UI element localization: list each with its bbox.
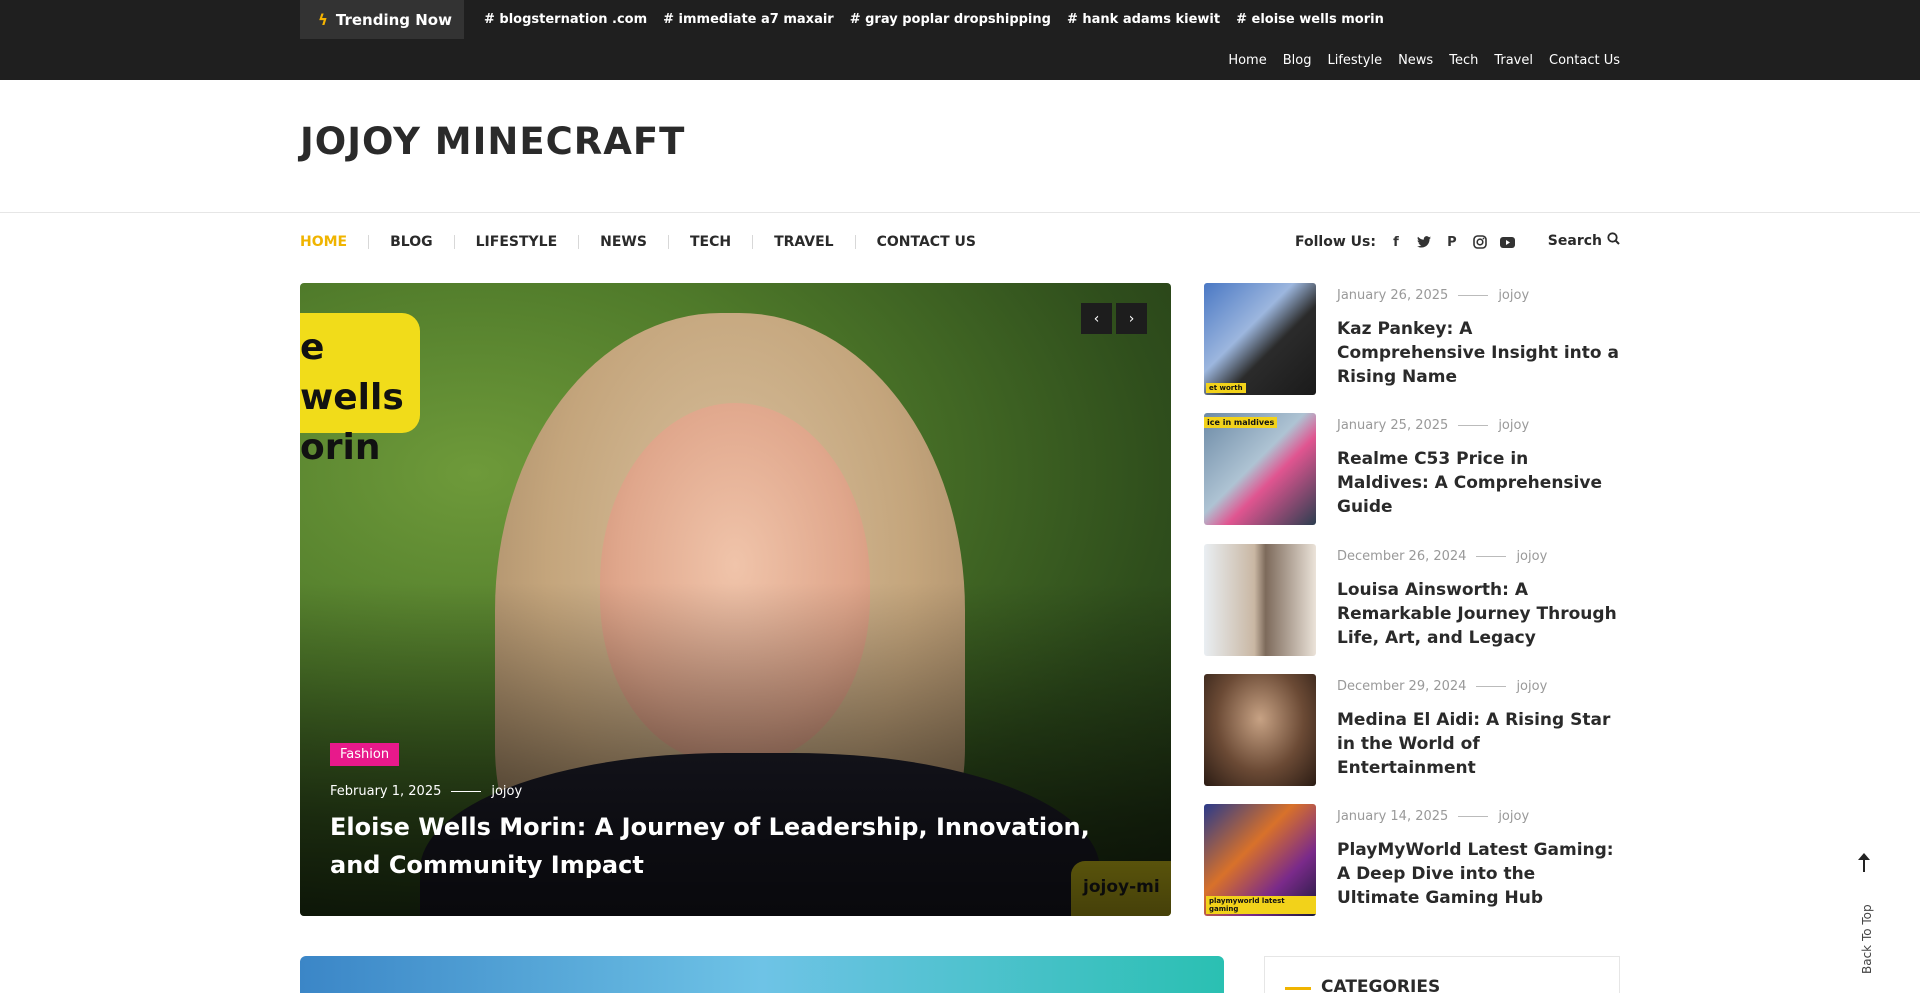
hero-image-sticker: e wells orin [300,313,420,468]
nav-separator [453,235,455,249]
trending-label: ϟ Trending Now [300,0,464,39]
chevron-left-icon: ‹ [1093,310,1100,327]
heading-accent-bar [1285,987,1311,990]
post-author[interactable]: jojoy [1516,549,1547,564]
post-thumbnail[interactable] [1204,544,1316,656]
trending-label-text: Trending Now [335,10,452,29]
post-thumbnail[interactable]: playmyworld latest gaming [1204,804,1316,916]
top-nav-tech[interactable]: Tech [1449,53,1478,68]
side-post: ice in maldives January 25, 2025 jojoy R… [1204,413,1620,525]
nav-separator [752,235,754,249]
pinterest-icon[interactable]: P [1444,234,1460,250]
thumbnail-tag: ice in maldives [1204,417,1278,428]
meta-divider [1458,425,1489,426]
back-to-top-label: Back To Top [1860,904,1874,974]
trending-tag[interactable]: # hank adams kiewit [1067,12,1220,27]
trending-tag[interactable]: # blogsternation .com [484,12,647,27]
hero-meta: February 1, 2025 jojoy [330,784,522,799]
post-title[interactable]: Medina El Aidi: A Rising Star in the Wor… [1337,708,1620,780]
nav-blog[interactable]: BLOG [390,234,433,250]
post-date[interactable]: December 29, 2024 [1337,679,1466,694]
nav-home[interactable]: HOME [300,234,347,250]
slider-next-button[interactable]: › [1116,303,1147,334]
nav-travel[interactable]: TRAVEL [774,234,834,250]
twitter-icon[interactable] [1416,234,1432,250]
post-title[interactable]: PlayMyWorld Latest Gaming: A Deep Dive i… [1337,838,1620,910]
hero-author[interactable]: jojoy [491,784,522,799]
search-button[interactable]: Search [1548,232,1620,249]
top-bar: ϟ Trending Now # blogsternation .com # i… [0,0,1920,80]
slider-arrows: ‹ › [1081,303,1147,334]
youtube-icon[interactable] [1500,234,1516,250]
thumbnail-tag: et worth [1206,383,1246,393]
search-label: Search [1547,232,1602,249]
nav-tech[interactable]: TECH [690,234,731,250]
hero-title[interactable]: Eloise Wells Morin: A Journey of Leaders… [330,808,1130,884]
search-icon [1607,232,1620,249]
chevron-right-icon: › [1128,310,1135,327]
post-thumbnail[interactable]: ice in maldives [1204,413,1316,525]
trending-tag[interactable]: # gray poplar dropshipping [850,12,1051,27]
top-nav-contact[interactable]: Contact Us [1549,53,1620,68]
meta-divider [1476,556,1507,557]
side-post: December 26, 2024 jojoy Louisa Ainsworth… [1204,544,1620,656]
follow-us: Follow Us: f P [1295,234,1516,250]
nav-contact[interactable]: CONTACT US [877,234,976,250]
categories-heading: CATEGORIES [1321,977,1441,993]
thumbnail-tag: playmyworld latest gaming [1206,896,1316,914]
side-post: et worth January 26, 2025 jojoy Kaz Pank… [1204,283,1620,395]
meta-divider [1458,816,1489,817]
post-thumbnail[interactable]: et worth [1204,283,1316,395]
arrow-up-icon [1857,852,1871,877]
nav-separator [667,235,669,249]
top-nav-blog[interactable]: Blog [1283,53,1312,68]
main-nav: HOME BLOG LIFESTYLE NEWS TECH TRAVEL CON… [300,234,976,250]
side-post: December 29, 2024 jojoy Medina El Aidi: … [1204,674,1620,786]
nav-news[interactable]: NEWS [600,234,647,250]
lightning-icon: ϟ [318,10,328,29]
post-date[interactable]: January 14, 2025 [1337,809,1448,824]
meta-divider [451,791,482,792]
follow-us-label: Follow Us: [1295,234,1376,250]
trending-tag[interactable]: # immediate a7 maxair [663,12,834,27]
hero-date[interactable]: February 1, 2025 [330,784,441,799]
hero-category-badge[interactable]: Fashion [330,743,400,766]
top-nav-news[interactable]: News [1398,53,1433,68]
post-date[interactable]: January 26, 2025 [1337,288,1448,303]
slider-prev-button[interactable]: ‹ [1081,303,1112,334]
post-title[interactable]: Realme C53 Price in Maldives: A Comprehe… [1337,447,1620,519]
side-post: playmyworld latest gaming January 14, 20… [1204,804,1620,916]
site-title[interactable]: JOJOY MINECRAFT [300,120,685,163]
nav-separator [578,235,580,249]
instagram-icon[interactable] [1472,234,1488,250]
top-nav-home[interactable]: Home [1228,53,1266,68]
post-author[interactable]: jojoy [1498,809,1529,824]
post-author[interactable]: jojoy [1498,418,1529,433]
post-author[interactable]: jojoy [1498,288,1529,303]
back-to-top-button[interactable]: Back To Top [1850,852,1880,974]
post-author[interactable]: jojoy [1516,679,1547,694]
trending-tags: # blogsternation .com # immediate a7 max… [484,12,1384,27]
hero-slider[interactable]: e wells orin jojoy-mi ‹ › Fashion Februa… [300,283,1171,916]
post-title[interactable]: Louisa Ainsworth: A Remarkable Journey T… [1337,578,1620,650]
hero-sticker-text: e wells orin [300,327,404,468]
post-thumbnail[interactable] [1204,674,1316,786]
nav-separator [368,235,370,249]
nav-separator [854,235,856,249]
featured-post-image[interactable] [300,956,1224,993]
header-divider [0,212,1920,213]
categories-widget: CATEGORIES [1264,956,1620,993]
top-nav-travel[interactable]: Travel [1494,53,1533,68]
nav-lifestyle[interactable]: LIFESTYLE [476,234,558,250]
meta-divider [1458,295,1489,296]
post-title[interactable]: Kaz Pankey: A Comprehensive Insight into… [1337,317,1620,389]
post-date[interactable]: January 25, 2025 [1337,418,1448,433]
trending-tag[interactable]: # eloise wells morin [1236,12,1384,27]
post-date[interactable]: December 26, 2024 [1337,549,1466,564]
facebook-icon[interactable]: f [1388,234,1404,250]
top-nav: Home Blog Lifestyle News Tech Travel Con… [1228,53,1620,68]
top-nav-lifestyle[interactable]: Lifestyle [1327,53,1382,68]
meta-divider [1476,686,1507,687]
